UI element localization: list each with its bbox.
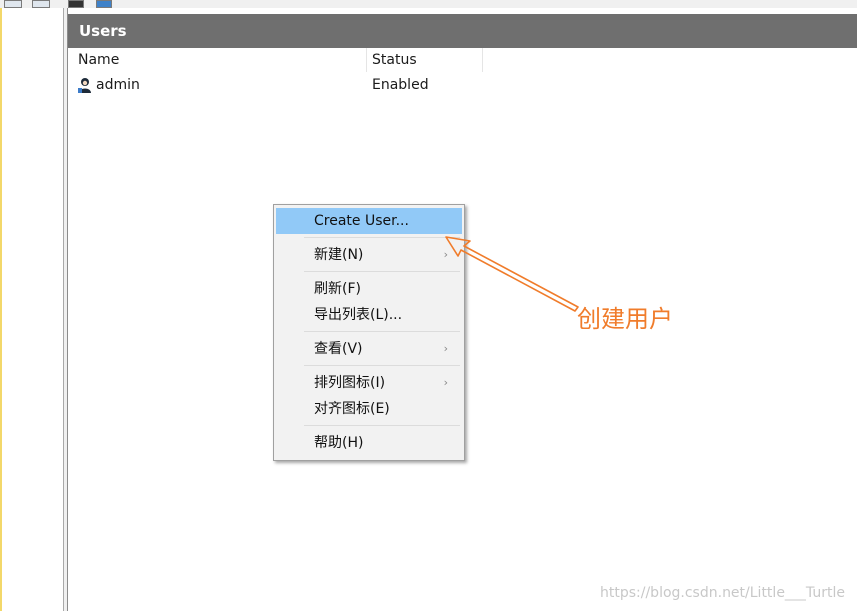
annotation-arrow [445,236,579,312]
watermark: https://blog.csdn.net/Little___Turtle [600,585,845,601]
annotation-label: 创建用户 [577,305,673,333]
